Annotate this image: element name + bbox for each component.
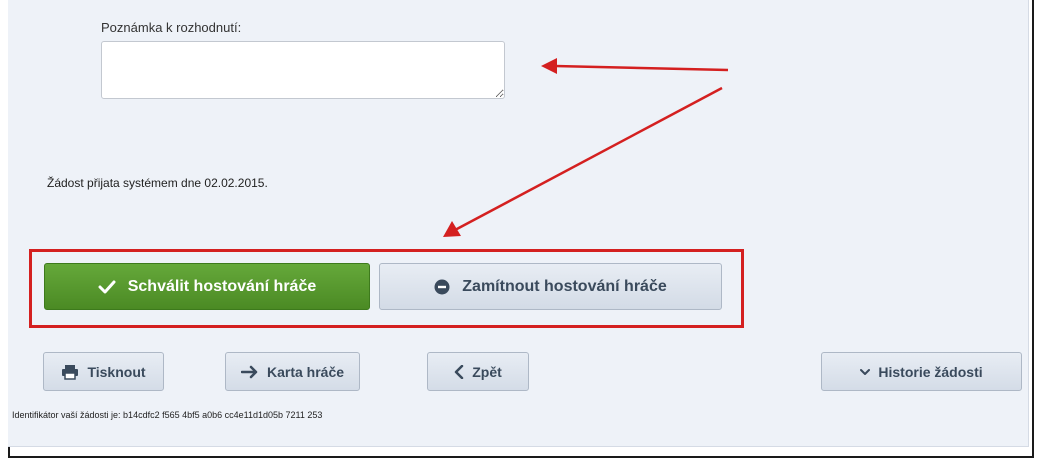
back-button[interactable]: Zpět xyxy=(427,352,529,391)
arrow-right-icon xyxy=(240,365,259,379)
chevron-left-icon xyxy=(454,364,464,379)
request-identifier-text: Identifikátor vaší žádosti je: b14cdfc2 … xyxy=(12,410,323,420)
request-history-button[interactable]: Historie žádosti xyxy=(821,352,1022,391)
request-panel: Poznámka k rozhodnutí: Žádost přijata sy… xyxy=(8,0,1029,447)
printer-icon xyxy=(61,364,79,380)
annotation-highlight-box xyxy=(29,249,744,328)
player-card-label: Karta hráče xyxy=(266,363,345,380)
history-label: Historie žádosti xyxy=(878,363,983,380)
received-status-text: Žádost přijata systémem dne 02.02.2015. xyxy=(47,176,268,190)
back-label: Zpět xyxy=(472,363,502,380)
print-button[interactable]: Tisknout xyxy=(43,352,164,391)
print-label: Tisknout xyxy=(87,363,146,380)
note-label: Poznámka k rozhodnutí: xyxy=(101,20,242,35)
chevron-down-icon xyxy=(860,368,871,376)
decision-note-textarea[interactable] xyxy=(101,41,505,99)
player-card-button[interactable]: Karta hráče xyxy=(225,352,360,391)
